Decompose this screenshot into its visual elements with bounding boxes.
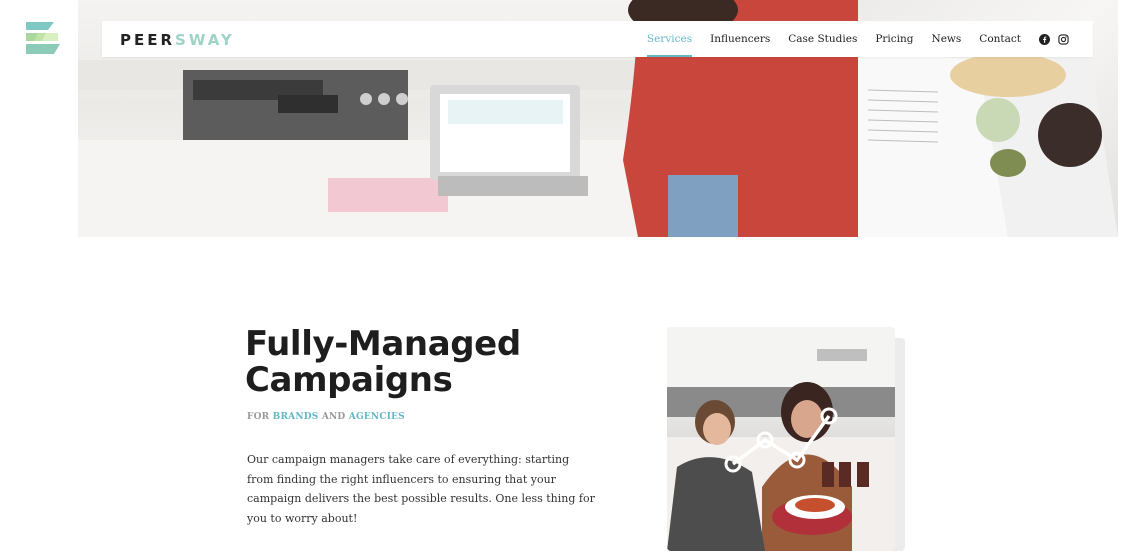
brand-logo[interactable]: PEERSWAY: [120, 31, 235, 49]
eyebrow-and: AND: [321, 412, 346, 422]
section-title: Fully-Managed Campaigns: [245, 326, 521, 398]
top-navbar: PEERSWAY Services Influencers Case Studi…: [102, 21, 1093, 57]
facebook-icon[interactable]: [1039, 33, 1050, 45]
brand-logo-part1: PEER: [120, 31, 176, 49]
nav-link-pricing[interactable]: Pricing: [875, 21, 913, 57]
instagram-icon[interactable]: [1058, 33, 1069, 45]
logo-mark-icon[interactable]: [24, 20, 62, 58]
nav-link-contact[interactable]: Contact: [979, 21, 1021, 57]
audience-eyebrow: FOR BRANDS AND AGENCIES: [247, 412, 405, 422]
nav-link-services[interactable]: Services: [646, 21, 693, 57]
section-title-line2: Campaigns: [245, 360, 453, 400]
nav-link-case-studies[interactable]: Case Studies: [788, 21, 857, 57]
main-nav: Services Influencers Case Studies Pricin…: [629, 21, 1069, 57]
eyebrow-prefix: FOR: [247, 412, 270, 422]
brand-logo-part2: SWAY: [175, 31, 235, 49]
campaign-photo: [667, 327, 895, 551]
eyebrow-brands: BRANDS: [272, 412, 319, 422]
social-links: [1039, 33, 1069, 45]
nav-link-news[interactable]: News: [932, 21, 962, 57]
section-description: Our campaign managers take care of every…: [247, 453, 595, 525]
section-title-line1: Fully-Managed: [245, 324, 521, 364]
eyebrow-agencies: AGENCIES: [348, 412, 405, 422]
nav-link-influencers[interactable]: Influencers: [710, 21, 770, 57]
